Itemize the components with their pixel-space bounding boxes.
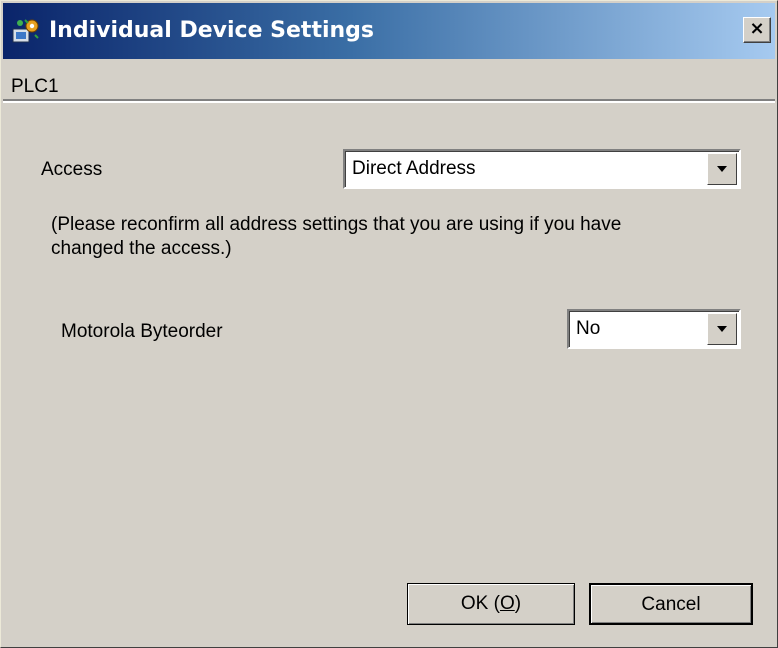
access-dropdown[interactable]: Direct Address bbox=[343, 149, 741, 189]
header-separator bbox=[3, 99, 775, 103]
ok-button-label-end: ) bbox=[514, 593, 522, 614]
motorola-byteorder-label: Motorola Byteorder bbox=[61, 321, 223, 342]
individual-device-settings-dialog: Individual Device Settings × PLC1 Access… bbox=[0, 0, 778, 648]
title-bar[interactable]: Individual Device Settings × bbox=[3, 3, 775, 59]
motorola-byteorder-dropdown-button[interactable] bbox=[707, 313, 737, 345]
device-name: PLC1 bbox=[11, 76, 59, 97]
ok-button[interactable]: OK (O) bbox=[407, 583, 575, 625]
close-button[interactable]: × bbox=[743, 17, 771, 43]
ok-button-accelerator: O bbox=[499, 593, 515, 614]
access-dropdown-button[interactable] bbox=[707, 153, 737, 185]
motorola-byteorder-value: No bbox=[576, 318, 601, 339]
close-icon: × bbox=[749, 18, 765, 39]
chevron-down-icon bbox=[717, 166, 727, 172]
ok-button-label-start: OK ( bbox=[460, 593, 500, 614]
access-label: Access bbox=[41, 159, 103, 180]
window-title: Individual Device Settings bbox=[49, 18, 375, 43]
device-settings-icon bbox=[11, 17, 41, 47]
access-note: (Please reconfirm all address settings t… bbox=[51, 214, 622, 259]
chevron-down-icon bbox=[717, 326, 727, 332]
motorola-byteorder-dropdown[interactable]: No bbox=[567, 309, 741, 349]
access-dropdown-value: Direct Address bbox=[352, 158, 476, 179]
cancel-button[interactable]: Cancel bbox=[589, 583, 753, 625]
